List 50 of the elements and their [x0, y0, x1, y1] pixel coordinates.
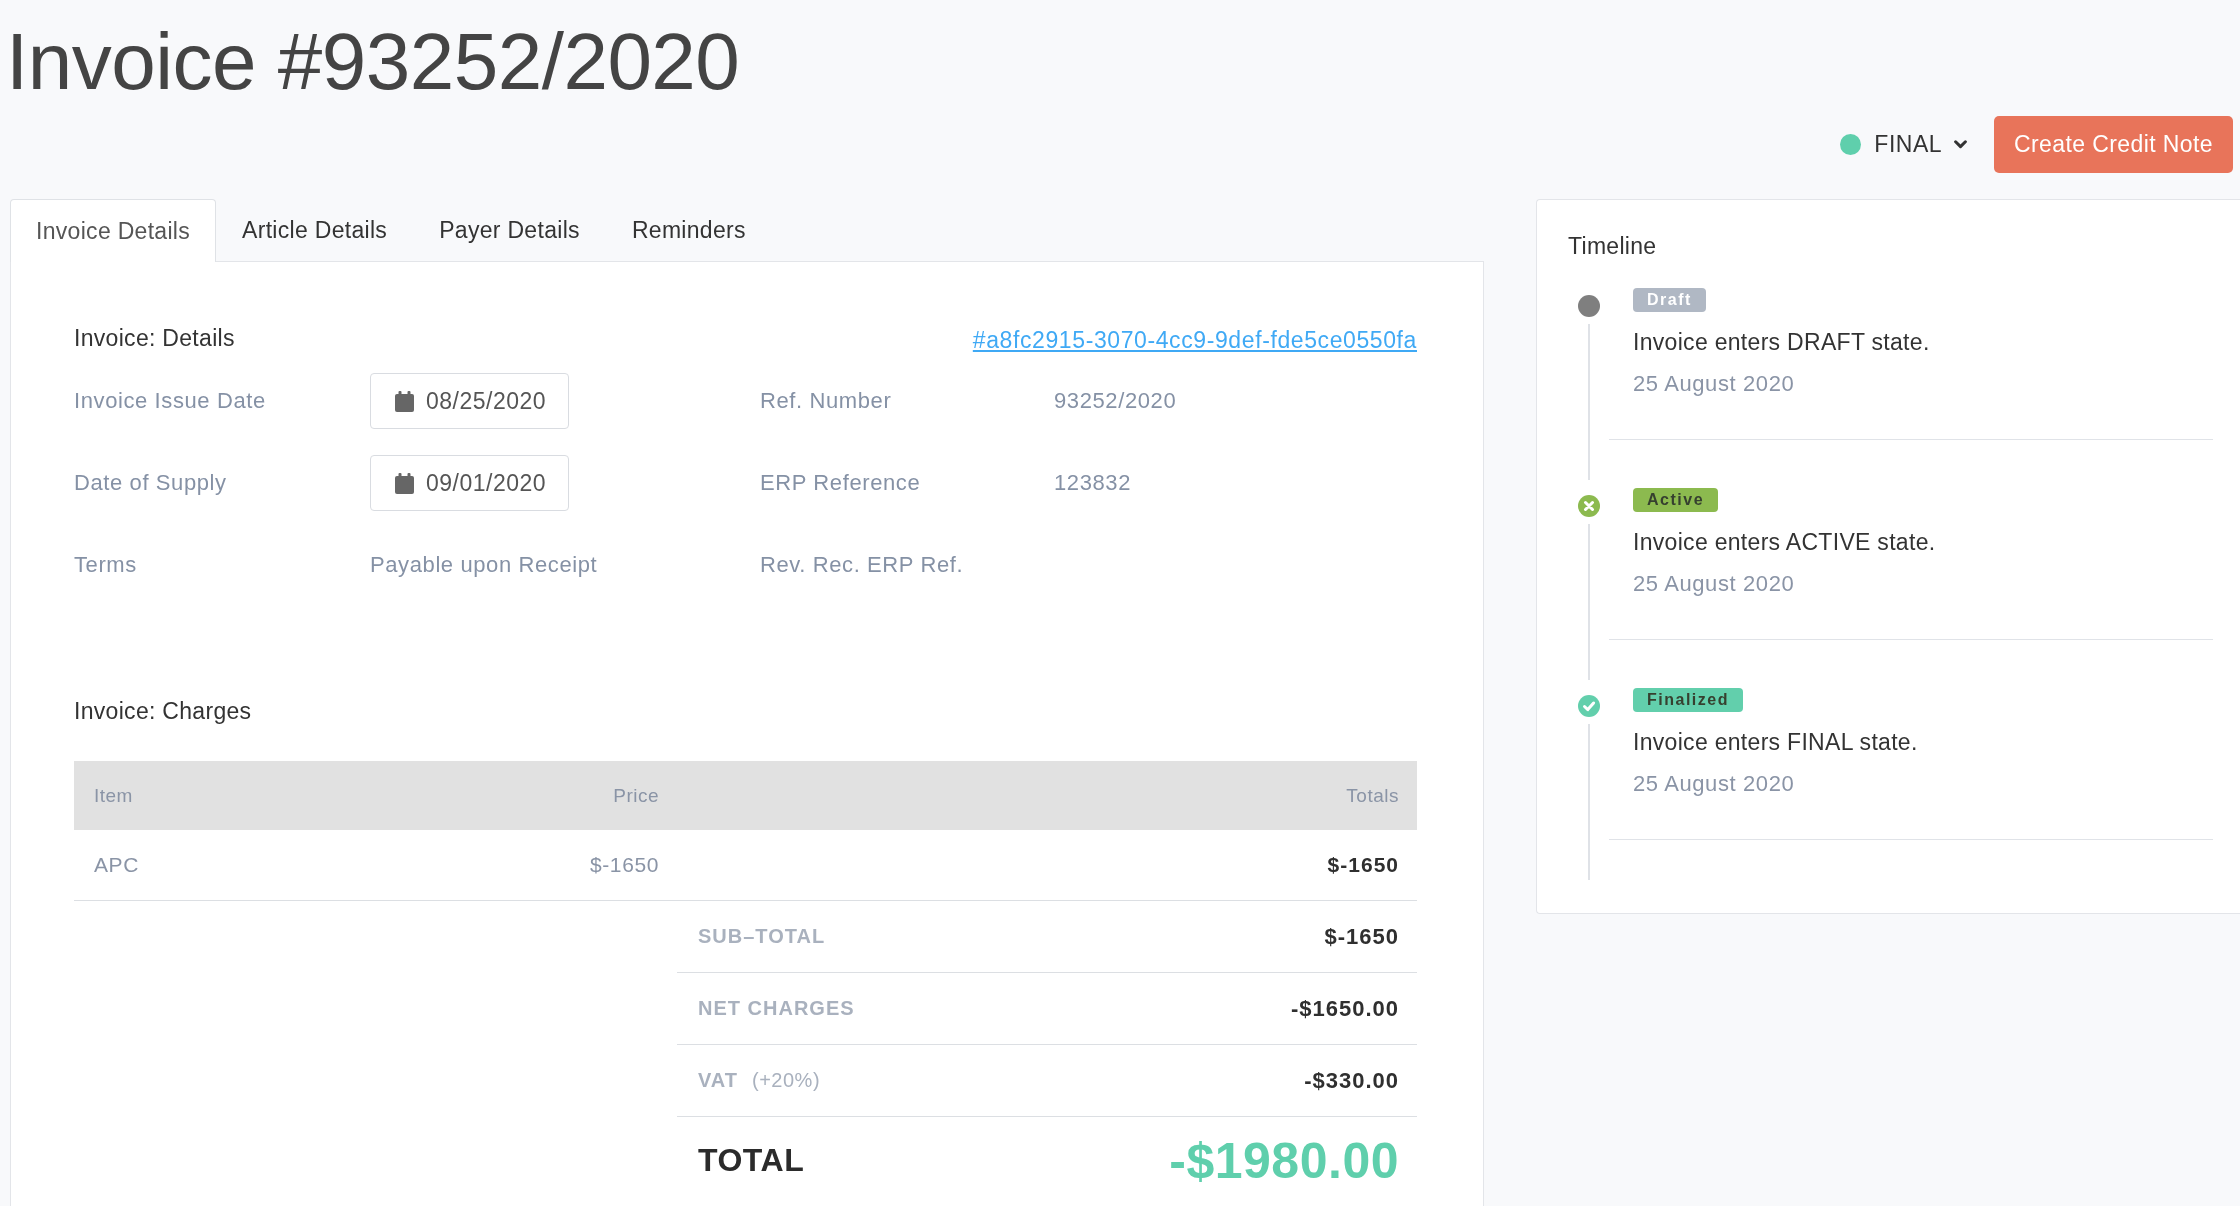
section-heading: Invoice: Charges — [74, 697, 252, 725]
field-value: 93252/2020 — [1054, 388, 1177, 414]
tab[interactable]: Payer Details — [413, 199, 606, 261]
table-cell: APC — [94, 853, 139, 877]
status-dot-icon — [1578, 295, 1600, 317]
field-label: Ref. Number — [760, 388, 892, 414]
field-value: 123832 — [1054, 470, 1131, 496]
field-label: Invoice Issue Date — [74, 388, 266, 414]
calendar-icon — [395, 390, 414, 412]
page-title: Invoice #93252/2020 — [6, 22, 740, 102]
summary-value: -$1980.00 — [1169, 1135, 1399, 1186]
tab[interactable]: Invoice Details — [10, 199, 217, 262]
calendar-icon — [395, 472, 414, 494]
field-value: Payable upon Receipt — [370, 552, 598, 578]
check-circle-icon — [1578, 695, 1600, 717]
column-header: Price — [613, 784, 659, 807]
summary-label: SUB–TOTAL — [698, 925, 826, 948]
tab[interactable]: Article Details — [216, 199, 414, 261]
card-title: Timeline — [1568, 232, 1657, 260]
summary-label: NET CHARGES — [698, 997, 855, 1020]
summary-value: -$330.00 — [1304, 1067, 1399, 1094]
summary-value: -$1650.00 — [1290, 995, 1399, 1022]
event-text: Invoice enters FINAL state. — [1633, 728, 1918, 756]
field-label: Rev. Rec. ERP Ref. — [760, 552, 964, 578]
date-field[interactable]: 09/01/2020 — [370, 455, 570, 511]
summary-label: VAT — [698, 1069, 739, 1092]
column-header: Totals — [1346, 784, 1399, 807]
status-badge: Draft — [1633, 288, 1706, 312]
summary-label: TOTAL — [698, 1142, 805, 1179]
event-date: 25 August 2020 — [1633, 370, 1795, 398]
event-text: Invoice enters DRAFT state. — [1633, 328, 1930, 356]
event-text: Invoice enters ACTIVE state. — [1633, 528, 1936, 556]
date-field[interactable]: 08/25/2020 — [370, 373, 570, 429]
status-badge: Active — [1633, 488, 1719, 512]
chevron-down-icon — [1954, 140, 1968, 149]
column-header: Item — [94, 784, 133, 807]
summary-note: (+20%) — [752, 1069, 821, 1092]
x-circle-icon — [1578, 495, 1600, 517]
section-heading: Invoice: Details — [74, 325, 235, 352]
status-badge: Finalized — [1633, 688, 1743, 712]
event-date: 25 August 2020 — [1633, 570, 1795, 598]
field-label: Date of Supply — [74, 470, 227, 496]
status-dropdown[interactable]: FINAL — [1840, 131, 1968, 158]
event-date: 25 August 2020 — [1633, 770, 1795, 798]
field-label: Terms — [74, 552, 137, 578]
table-cell: $-1650 — [1327, 853, 1399, 877]
field-label: ERP Reference — [760, 470, 921, 496]
summary-value: $-1650 — [1324, 923, 1399, 950]
table-cell: $-1650 — [590, 853, 659, 877]
tab[interactable]: Reminders — [605, 199, 772, 261]
